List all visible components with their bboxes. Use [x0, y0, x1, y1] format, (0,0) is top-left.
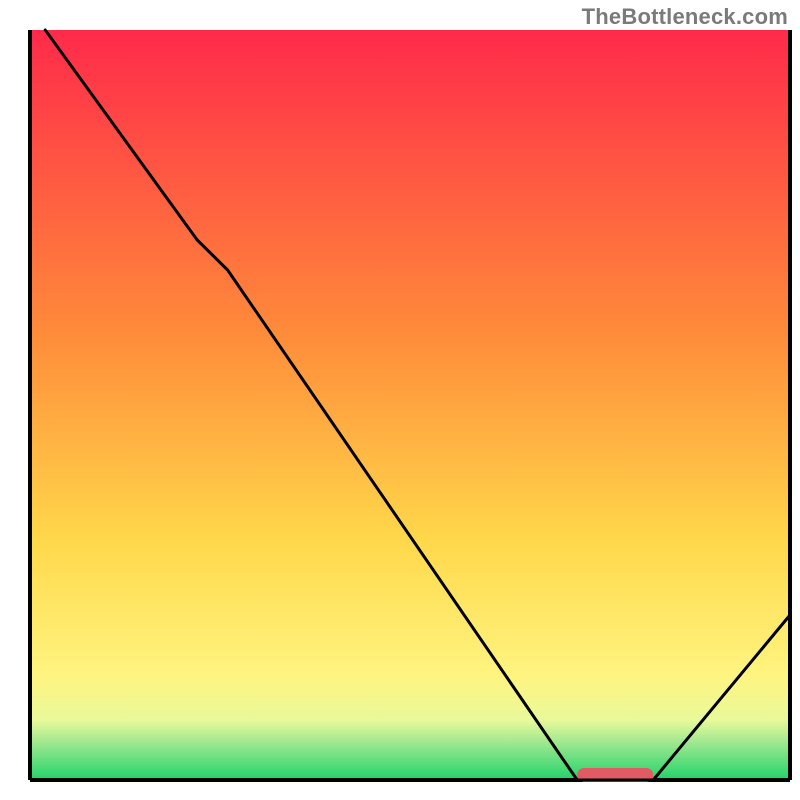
gradient-background — [30, 30, 790, 780]
chart-svg — [0, 0, 800, 800]
chart-container: TheBottleneck.com — [0, 0, 800, 800]
